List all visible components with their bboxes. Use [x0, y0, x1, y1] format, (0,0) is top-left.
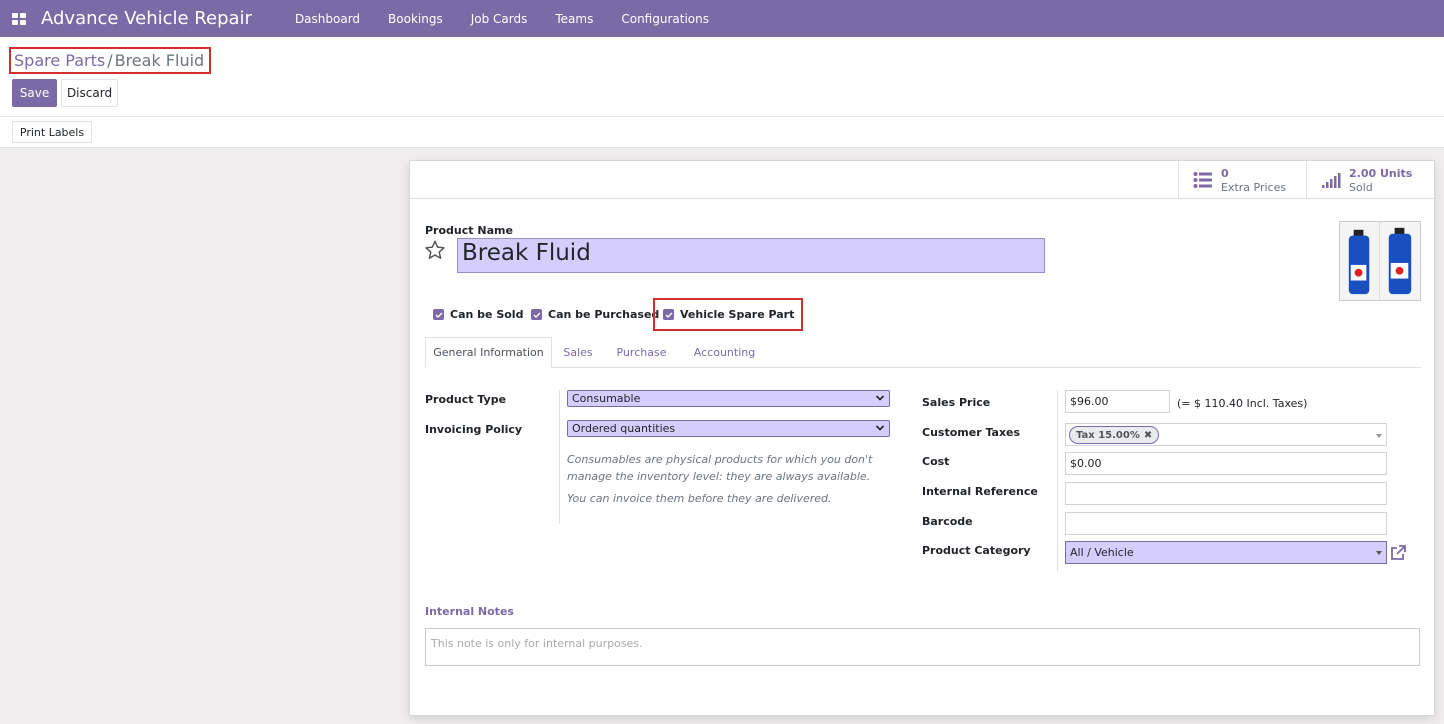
can-be-purchased-checkbox[interactable]: Can be Purchased — [531, 308, 659, 321]
breadcrumb-parent-link[interactable]: Spare Parts — [14, 51, 105, 70]
customer-taxes-label: Customer Taxes — [922, 426, 1021, 439]
can-be-sold-label: Can be Sold — [450, 308, 524, 321]
extra-prices-count: 0 — [1221, 167, 1229, 180]
product-options: Can be Sold Can be Purchased Vehicle Spa… — [410, 298, 1434, 332]
tab-purchase[interactable]: Purchase — [604, 337, 679, 368]
invoicing-policy-value: Ordered quantities — [572, 422, 676, 435]
product-name-input[interactable]: Break Fluid — [457, 238, 1045, 273]
product-type-label: Product Type — [425, 393, 507, 406]
breadcrumb-separator: / — [107, 51, 113, 70]
star-icon[interactable] — [424, 239, 446, 261]
top-navbar: Advance Vehicle Repair Dashboard Booking… — [0, 0, 1444, 37]
list-icon — [1193, 172, 1212, 188]
internal-reference-input[interactable] — [1065, 482, 1387, 505]
print-labels-button[interactable]: Print Labels — [12, 121, 92, 143]
app-title[interactable]: Advance Vehicle Repair — [41, 8, 252, 29]
product-form-sheet: 0 Extra Prices 2.00 Units Sold Product N… — [409, 160, 1435, 716]
extra-prices-button[interactable]: 0 Extra Prices — [1178, 161, 1306, 198]
product-type-value: Consumable — [572, 392, 641, 405]
product-category-label: Product Category — [922, 544, 1031, 557]
nav-configurations[interactable]: Configurations — [607, 12, 723, 26]
chevron-down-icon — [875, 425, 885, 431]
sales-price-input[interactable]: $96.00 — [1065, 390, 1170, 413]
discard-button[interactable]: Discard — [61, 79, 118, 107]
barcode-input[interactable] — [1065, 512, 1387, 535]
product-name-label: Product Name — [425, 224, 513, 237]
chevron-down-icon — [875, 395, 885, 401]
internal-notes-textarea[interactable]: This note is only for internal purposes. — [425, 628, 1420, 666]
invoicing-help-text: You can invoice them before they are del… — [567, 492, 832, 505]
can-be-sold-checkbox[interactable]: Can be Sold — [433, 308, 523, 321]
cost-input[interactable]: $0.00 — [1065, 452, 1387, 475]
can-be-purchased-label: Can be Purchased — [548, 308, 660, 321]
field-divider — [559, 390, 560, 524]
signal-bars-icon — [1322, 173, 1341, 188]
product-type-select[interactable]: Consumable — [567, 390, 890, 407]
extra-prices-label: Extra Prices — [1221, 181, 1287, 194]
caret-down-icon — [1376, 434, 1382, 438]
apps-menu-icon[interactable] — [12, 12, 26, 25]
tax-tag-label: Tax 15.00% — [1076, 429, 1140, 441]
vehicle-spare-part-checkbox[interactable]: Vehicle Spare Part — [663, 308, 794, 321]
divider — [0, 116, 1444, 117]
tab-general-information[interactable]: General Information — [425, 337, 552, 368]
nav-job-cards[interactable]: Job Cards — [457, 12, 542, 26]
sold-count: 2.00 Units — [1349, 167, 1413, 180]
smart-button-bar: 0 Extra Prices 2.00 Units Sold — [410, 161, 1434, 199]
invoicing-policy-select[interactable]: Ordered quantities — [567, 420, 890, 437]
checkbox-checked-icon — [433, 309, 444, 320]
checkbox-checked-icon — [663, 309, 674, 320]
sales-price-label: Sales Price — [922, 396, 991, 409]
nav-teams[interactable]: Teams — [541, 12, 607, 26]
nav-bookings[interactable]: Bookings — [374, 12, 457, 26]
external-link-icon[interactable] — [1389, 544, 1407, 562]
breadcrumb: Spare Parts / Break Fluid — [9, 47, 211, 74]
breadcrumb-current: Break Fluid — [114, 51, 205, 70]
tab-sales[interactable]: Sales — [552, 337, 604, 368]
internal-reference-label: Internal Reference — [922, 485, 1038, 498]
internal-notes-label: Internal Notes — [425, 605, 514, 618]
remove-tag-icon[interactable]: ✖ — [1144, 430, 1152, 441]
product-type-help-text: Consumables are physical products for wh… — [567, 453, 873, 483]
control-panel: Spare Parts / Break Fluid Save Discard Pri… — [0, 37, 1444, 148]
sold-button[interactable]: 2.00 Units Sold — [1306, 161, 1434, 198]
product-category-input[interactable]: All / Vehicle — [1065, 541, 1387, 564]
vehicle-spare-part-label: Vehicle Spare Part — [680, 308, 795, 321]
product-category-value: All / Vehicle — [1070, 546, 1134, 559]
checkbox-checked-icon — [531, 309, 542, 320]
save-button[interactable]: Save — [12, 79, 57, 107]
barcode-label: Barcode — [922, 515, 973, 528]
sold-label: Sold — [1349, 181, 1373, 194]
field-divider — [1057, 390, 1058, 571]
notebook-tabs: General Information Sales Purchase Accou… — [425, 337, 1421, 368]
caret-down-icon — [1376, 551, 1382, 555]
tax-tag: Tax 15.00% ✖ — [1069, 426, 1160, 444]
sales-price-incl-taxes: (= $ 110.40 Incl. Taxes) — [1177, 397, 1308, 410]
invoicing-policy-label: Invoicing Policy — [425, 423, 523, 436]
nav-dashboard[interactable]: Dashboard — [281, 12, 374, 26]
product-image[interactable] — [1339, 221, 1421, 301]
cost-label: Cost — [922, 455, 950, 468]
tab-accounting[interactable]: Accounting — [679, 337, 770, 368]
